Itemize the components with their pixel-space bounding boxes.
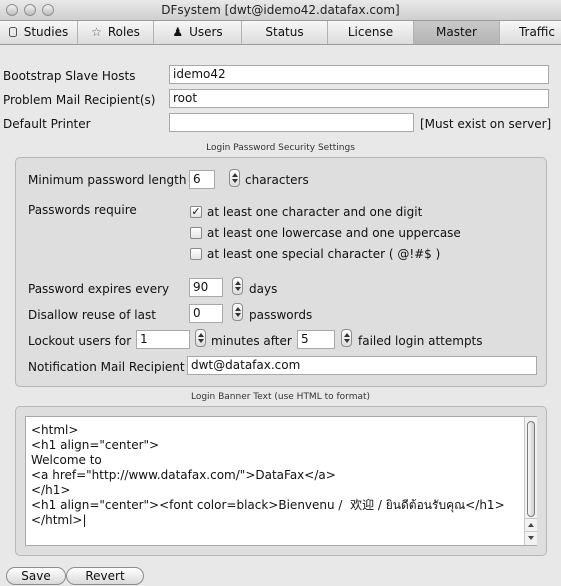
security-panel <box>15 157 547 387</box>
tab-label: Users <box>189 25 223 39</box>
min-length-label: Minimum password length <box>28 173 187 187</box>
tab-roles[interactable]: ☆ Roles <box>78 21 154 44</box>
printer-field[interactable] <box>169 113 414 132</box>
expires-unit: days <box>249 282 278 296</box>
min-length-unit: characters <box>245 173 309 187</box>
tab-label: Studies <box>23 25 69 39</box>
tab-users[interactable]: ♟ Users <box>154 21 242 44</box>
failed-attempts-field[interactable]: 5 <box>297 330 335 349</box>
lockout-minutes-field[interactable]: 1 <box>136 330 190 349</box>
tab-bar: Studies ☆ Roles ♟ Users Status License Mas… <box>0 21 561 45</box>
person-icon: ☆ <box>91 25 102 39</box>
banner-group-title: Login Banner Text (use HTML to format) <box>190 392 371 402</box>
bootstrap-label: Bootstrap Slave Hosts <box>3 69 136 83</box>
scroll-down-arrow-icon[interactable] <box>525 531 537 544</box>
tab-master[interactable]: Master <box>414 21 500 44</box>
scrollbar-thumb[interactable] <box>527 421 535 517</box>
failed-attempts-unit: failed login attempts <box>358 334 483 348</box>
require-label: Passwords require <box>28 203 137 217</box>
tab-label: Roles <box>107 25 140 39</box>
failed-attempts-stepper[interactable] <box>341 329 352 347</box>
bootstrap-hosts-field[interactable]: idemo42 <box>169 65 549 84</box>
tab-studies[interactable]: Studies <box>0 21 78 44</box>
checkmark-icon: ✓ <box>191 205 201 218</box>
banner-scrollbar[interactable] <box>524 417 537 545</box>
min-length-field[interactable]: 6 <box>189 170 215 189</box>
tab-label: Status <box>265 25 304 39</box>
expires-label: Password expires every <box>28 282 170 296</box>
tab-license[interactable]: License <box>328 21 414 44</box>
option-special-char: at least one special character ( @!#$ ) <box>207 247 441 261</box>
window-titlebar: DFsystem [dwt@idemo42.datafax.com] <box>0 0 561 21</box>
notify-label: Notification Mail Recipient <box>28 360 185 374</box>
banner-textarea[interactable]: <html> <h1 align="center"> Welcome to <a… <box>25 416 537 546</box>
tab-label: Traffic <box>518 25 555 39</box>
checkbox-lower-upper[interactable] <box>190 227 202 239</box>
reuse-label: Disallow reuse of last <box>28 308 156 322</box>
window-title: DFsystem [dwt@idemo42.datafax.com] <box>161 3 400 17</box>
lockout-middle-label: minutes after <box>211 334 292 348</box>
lockout-label: Lockout users for <box>28 334 132 348</box>
reuse-stepper[interactable] <box>232 303 243 321</box>
option-char-digit: at least one character and one digit <box>207 205 423 219</box>
expires-stepper[interactable] <box>232 277 243 295</box>
expires-field[interactable]: 90 <box>189 278 223 297</box>
tab-traffic[interactable]: Traffic <box>500 21 561 44</box>
revert-button[interactable]: Revert <box>66 567 144 585</box>
tab-label: Master <box>436 25 477 39</box>
printer-label: Default Printer <box>3 117 91 131</box>
checkbox-char-digit[interactable]: ✓ <box>190 206 202 218</box>
min-length-stepper[interactable] <box>229 169 240 187</box>
checkbox-special-char[interactable] <box>190 248 202 260</box>
tab-label: License <box>347 25 394 39</box>
users-icon: ♟ <box>172 25 184 39</box>
option-lower-upper: at least one lowercase and one uppercase <box>207 226 461 240</box>
save-button[interactable]: Save <box>6 567 66 585</box>
problem-mail-field[interactable]: root <box>169 89 549 108</box>
printer-note: [Must exist on server] <box>420 117 552 131</box>
reuse-unit: passwords <box>249 308 313 322</box>
lockout-minutes-stepper[interactable] <box>195 329 206 347</box>
database-icon <box>8 27 17 37</box>
scroll-up-arrow-icon[interactable] <box>525 518 537 531</box>
security-group-title: Login Password Security Settings <box>206 143 355 153</box>
problem-mail-label: Problem Mail Recipient(s) <box>3 93 156 107</box>
tab-status[interactable]: Status <box>242 21 328 44</box>
reuse-field[interactable]: 0 <box>189 304 223 323</box>
notify-field[interactable]: dwt@datafax.com <box>187 356 537 375</box>
